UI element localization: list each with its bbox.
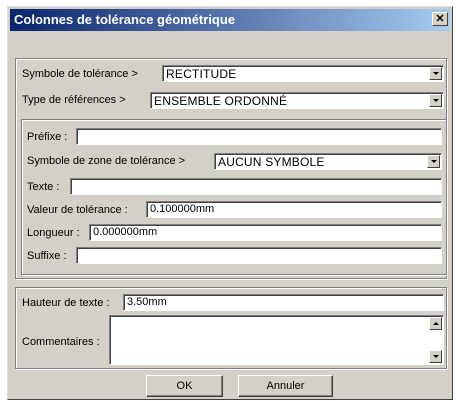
tolerance-symbol-select[interactable]: RECTITUDE [162, 65, 444, 82]
cancel-button[interactable]: Annuler [238, 375, 333, 397]
zone-symbol-select[interactable]: AUCUN SYMBOLE [214, 153, 442, 170]
window-title: Colonnes de tolérance géométrique [14, 12, 236, 27]
tolerance-value-input[interactable]: 0.100000mm [146, 201, 442, 218]
text-height-label: Hauteur de texte : [22, 297, 110, 309]
scroll-down-icon[interactable] [429, 350, 442, 363]
chevron-down-icon[interactable] [427, 155, 440, 168]
tolerance-symbol-label: Symbole de tolérance > [22, 68, 138, 80]
chevron-down-icon[interactable] [429, 94, 442, 107]
length-input[interactable]: 0.000000mm [89, 224, 442, 241]
scroll-up-icon[interactable] [429, 317, 442, 330]
comments-textarea[interactable] [109, 315, 444, 365]
text-height-input[interactable]: 3.50mm [123, 294, 444, 311]
suffix-input[interactable] [76, 247, 442, 264]
prefix-label: Préfixe : [27, 131, 68, 143]
tolerance-symbol-value: RECTITUDE [166, 67, 237, 81]
prefix-input[interactable] [76, 128, 442, 145]
reference-type-select[interactable]: ENSEMBLE ORDONNÉ [150, 92, 444, 109]
reference-type-label: Type de références > [22, 94, 126, 106]
reference-type-value: ENSEMBLE ORDONNÉ [154, 94, 288, 108]
zone-symbol-label: Symbole de zone de tolérance > [27, 155, 186, 167]
text-label: Texte : [27, 181, 60, 193]
text-input[interactable] [70, 178, 442, 195]
close-icon[interactable]: ✕ [432, 12, 448, 26]
title-bar[interactable]: Colonnes de tolérance géométrique ✕ [10, 9, 450, 31]
dialog-window: Colonnes de tolérance géométrique ✕ Symb… [7, 6, 453, 400]
length-label: Longueur : [27, 227, 80, 239]
zone-symbol-value: AUCUN SYMBOLE [218, 155, 325, 169]
tolerance-value-label: Valeur de tolérance : [27, 204, 128, 216]
ok-button[interactable]: OK [146, 375, 223, 397]
comments-label: Commentaires : [22, 336, 100, 348]
chevron-down-icon[interactable] [429, 67, 442, 80]
suffix-label: Suffixe : [27, 250, 67, 262]
